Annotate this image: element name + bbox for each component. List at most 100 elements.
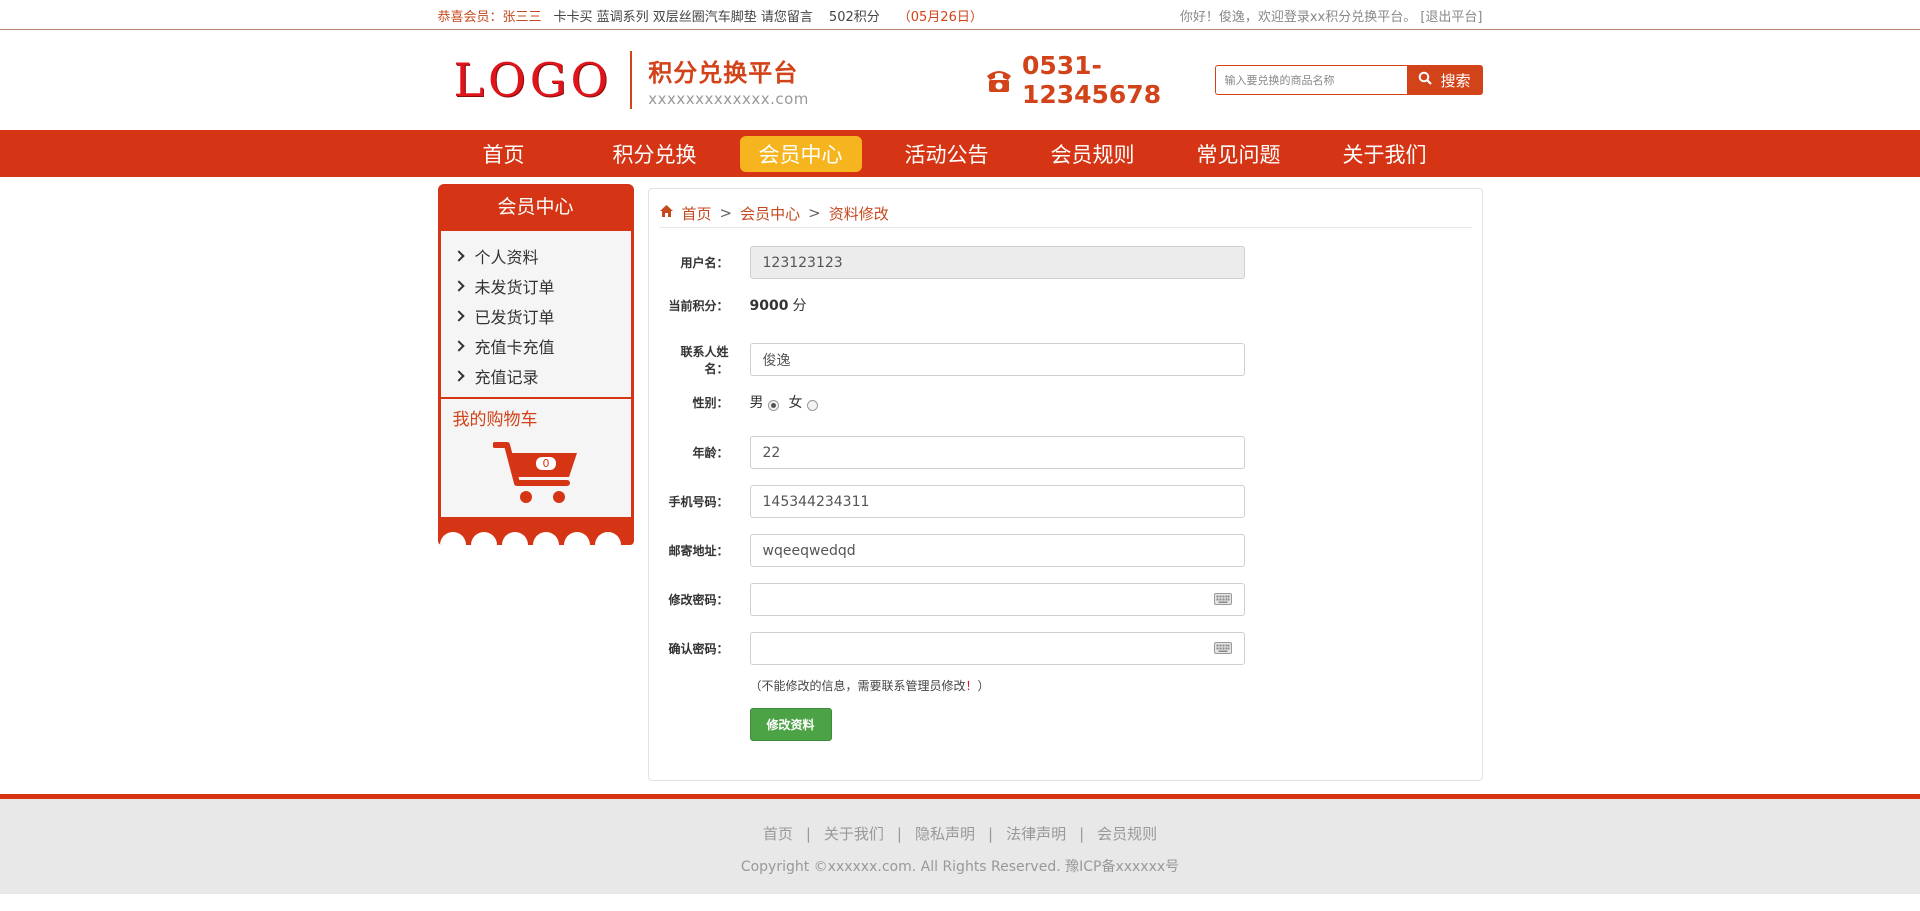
phone-icon xyxy=(984,67,1014,93)
nav-announcements[interactable]: 活动公告 xyxy=(886,136,1008,172)
gender-male-radio[interactable] xyxy=(767,399,779,411)
hotline: 0531-12345678 xyxy=(984,51,1215,109)
welcome-text: 你好！俊逸，欢迎登录xx积分兑换平台。 xyxy=(1179,9,1417,25)
points-display: 9000 分 xyxy=(750,295,807,315)
home-icon xyxy=(659,204,674,222)
confirm-password-field[interactable] xyxy=(749,632,1245,665)
sidebar-scallop xyxy=(437,517,634,545)
shopping-cart-icon[interactable]: 0 xyxy=(491,441,579,509)
breadcrumb-separator: > xyxy=(808,204,821,222)
main-nav: 首页 积分兑换 会员中心 活动公告 会员规则 常见问题 关于我们 xyxy=(0,130,1920,177)
cart-count: 0 xyxy=(542,457,549,470)
search-button-label: 搜索 xyxy=(1440,71,1471,90)
age-field[interactable]: 22 xyxy=(749,436,1245,469)
footer-link-home[interactable]: 首页 xyxy=(763,825,793,843)
form-note: （不能修改的信息，需要联系管理员修改！） xyxy=(750,677,1472,694)
promo-points: 502积分 xyxy=(828,9,880,25)
header: LOGO 积分兑换平台 xxxxxxxxxxxxx.com 0531-12345… xyxy=(0,30,1920,130)
footer-separator: | xyxy=(1079,825,1085,843)
cart-section[interactable]: 我的购物车 0 xyxy=(440,399,631,517)
gender-label: 性别： xyxy=(692,395,729,410)
chevron-right-icon xyxy=(452,340,465,352)
gender-male-option[interactable]: 男 xyxy=(750,392,779,412)
contact-name-label: 联系人姓名： xyxy=(680,344,729,376)
address-label: 邮寄地址： xyxy=(668,544,729,558)
phone-number: 0531-12345678 xyxy=(1021,51,1162,109)
sidebar-item-shipped-orders[interactable]: 已发货订单 xyxy=(452,301,631,331)
breadcrumb-home[interactable]: 首页 xyxy=(682,203,712,224)
search-input[interactable] xyxy=(1214,65,1407,95)
username-label: 用户名： xyxy=(680,256,729,270)
logo-mark: LOGO xyxy=(453,53,613,107)
gender-radio-group: 男 女 xyxy=(750,392,818,412)
username-field: 123123123 xyxy=(749,246,1245,279)
cart-title: 我的购物车 xyxy=(452,410,538,430)
update-profile-button[interactable]: 修改资料 xyxy=(749,708,832,741)
points-value: 9000 xyxy=(749,298,789,314)
search-box: 搜索 xyxy=(1214,65,1483,95)
nav-member-rules[interactable]: 会员规则 xyxy=(1032,136,1154,172)
sidebar-menu: 个人资料 未发货订单 已发货订单 充值卡充值 充值记录 xyxy=(440,231,631,399)
search-button[interactable]: 搜索 xyxy=(1406,65,1483,95)
gender-female-label: 女 xyxy=(788,395,803,411)
gender-male-label: 男 xyxy=(749,395,764,411)
chevron-right-icon xyxy=(452,280,465,292)
footer-link-about[interactable]: 关于我们 xyxy=(824,825,884,843)
nav-faq[interactable]: 常见问题 xyxy=(1178,136,1300,172)
chevron-right-icon xyxy=(452,310,465,322)
footer-link-legal[interactable]: 法律声明 xyxy=(1006,825,1066,843)
promo-text[interactable]: 卡卡买 蓝调系列 双层丝圈汽车脚垫 请您留言 xyxy=(554,6,813,25)
sidebar-item-label: 充值记录 xyxy=(474,368,539,387)
footer: 首页 | 关于我们 | 隐私声明 | 法律声明 | 会员规则 Copyright ©xxxxxx… xyxy=(0,794,1920,894)
logo-divider xyxy=(630,51,633,109)
note-exclamation: ！ xyxy=(965,679,978,693)
points-unit: 分 xyxy=(792,298,807,314)
sidebar-item-label: 个人资料 xyxy=(474,248,539,267)
sidebar-item-card-recharge[interactable]: 充值卡充值 xyxy=(452,331,631,361)
mobile-label: 手机号码： xyxy=(668,495,729,509)
keyboard-icon[interactable] xyxy=(1213,642,1232,658)
sidebar-item-label: 未发货订单 xyxy=(474,278,555,297)
keyboard-icon[interactable] xyxy=(1213,593,1232,609)
footer-separator: | xyxy=(988,825,994,843)
password-label: 修改密码： xyxy=(668,593,729,607)
footer-links: 首页 | 关于我们 | 隐私声明 | 法律声明 | 会员规则 xyxy=(0,799,1920,844)
note-text: （不能修改的信息，需要联系管理员修改 xyxy=(749,679,966,693)
sidebar-item-recharge-history[interactable]: 充值记录 xyxy=(452,361,631,391)
copyright: Copyright ©xxxxxx.com. All Rights Reserv… xyxy=(740,859,1180,875)
footer-separator: | xyxy=(805,825,811,843)
sidebar-item-label: 充值卡充值 xyxy=(474,338,555,357)
nav-points-exchange[interactable]: 积分兑换 xyxy=(594,136,716,172)
age-label: 年龄： xyxy=(692,446,729,460)
site-logo[interactable]: LOGO 积分兑换平台 xxxxxxxxxxxxx.com xyxy=(454,51,809,109)
breadcrumb-member-center[interactable]: 会员中心 xyxy=(740,203,800,224)
member-greeting: 恭喜会员：张三三 xyxy=(437,9,542,25)
mobile-field[interactable]: 145344234311 xyxy=(749,485,1245,518)
sidebar-item-unshipped-orders[interactable]: 未发货订单 xyxy=(452,271,631,301)
profile-form: 用户名： 123123123 当前积分： 9000 分 联系人姓名： 俊逸 性别：… xyxy=(659,228,1472,741)
chevron-right-icon xyxy=(452,370,465,382)
note-close: ） xyxy=(977,679,990,693)
footer-separator: | xyxy=(896,825,902,843)
brand-name: 积分兑换平台 xyxy=(648,58,799,87)
confirm-password-label: 确认密码： xyxy=(668,642,729,656)
gender-female-option[interactable]: 女 xyxy=(789,392,818,412)
nav-member-center[interactable]: 会员中心 xyxy=(739,135,862,172)
address-field[interactable]: wqeeqwedqd xyxy=(749,534,1245,567)
footer-link-privacy[interactable]: 隐私声明 xyxy=(915,825,975,843)
password-field[interactable] xyxy=(749,583,1245,616)
points-label: 当前积分： xyxy=(668,298,729,313)
footer-link-rules[interactable]: 会员规则 xyxy=(1097,825,1157,843)
promo-date: （05月26日） xyxy=(897,9,983,25)
breadcrumb: 首页 > 会员中心 > 资料修改 xyxy=(658,199,1472,228)
nav-home[interactable]: 首页 xyxy=(458,136,550,172)
gender-female-radio[interactable] xyxy=(806,399,818,411)
nav-about-us[interactable]: 关于我们 xyxy=(1324,136,1446,172)
breadcrumb-separator: > xyxy=(719,204,733,222)
top-bar: 恭喜会员：张三三 卡卡买 蓝调系列 双层丝圈汽车脚垫 请您留言 502积分 （0… xyxy=(0,0,1920,30)
contact-name-field[interactable]: 俊逸 xyxy=(749,343,1245,376)
sidebar-item-label: 已发货订单 xyxy=(474,308,555,327)
logout-link[interactable]: [退出平台] xyxy=(1420,10,1482,25)
sidebar-item-profile[interactable]: 个人资料 xyxy=(452,241,631,271)
sidebar: 会员中心 个人资料 未发货订单 已发货订单 充值卡充值 充值记录 我的购物车 0 xyxy=(437,184,634,545)
